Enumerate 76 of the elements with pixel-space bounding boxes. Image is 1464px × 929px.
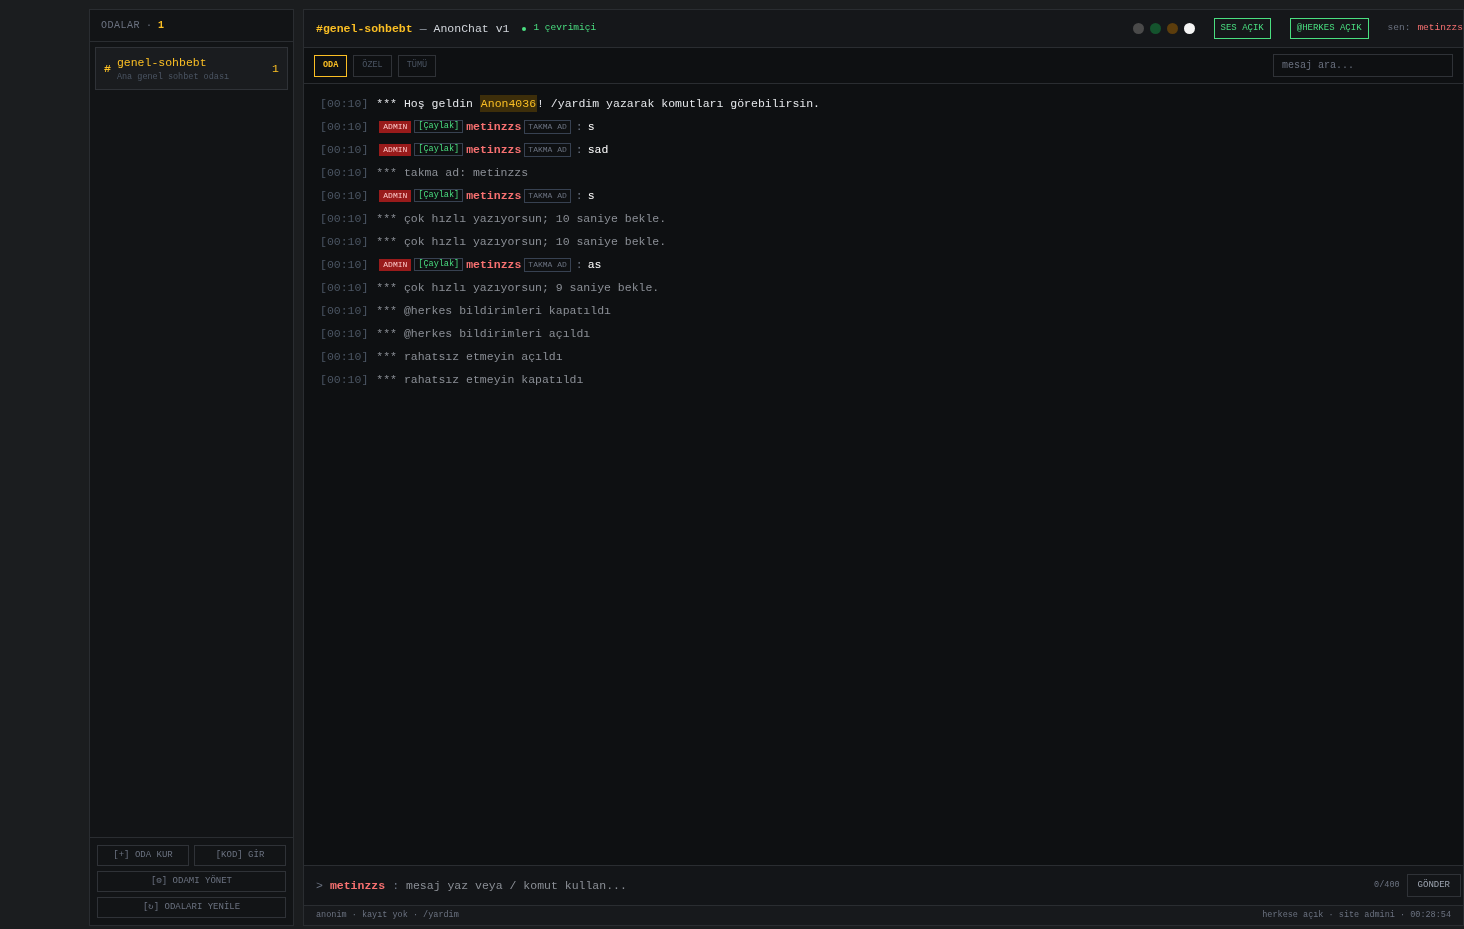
nickname-tag: TAKMA AD [524, 257, 571, 272]
system-message: *** @herkes bildirimleri açıldı [376, 325, 591, 342]
role-badge: ADMIN [379, 189, 412, 202]
status-left: anonim · kayıt yok · /yardim [316, 909, 459, 922]
nickname-tag: TAKMA AD [524, 188, 571, 203]
system-message: *** çok hızlı yazıyorsun; 10 saniye bekle. [376, 233, 667, 250]
toggle-button[interactable]: @HERKES AÇIK [1289, 18, 1369, 39]
sidebar-action-button[interactable]: [+] ODA KUR [97, 845, 189, 866]
separator: : [575, 118, 583, 135]
composer-nickname: metinzzs [329, 877, 386, 894]
message-time: [00:10] [320, 233, 369, 250]
rank-badge: [Çaylak] [414, 143, 464, 156]
sidebar-action-button[interactable]: [KOD] GİR [194, 845, 286, 866]
message-time: [00:10] [320, 325, 369, 342]
role-badge: ADMIN [379, 258, 412, 271]
message-time: [00:10] [320, 95, 369, 112]
separator: : [392, 877, 400, 894]
message-time: [00:10] [320, 187, 369, 204]
sidebar-title: ODALAR [101, 19, 140, 33]
role-badge: ADMIN [379, 143, 412, 156]
separator: · [146, 19, 153, 33]
system-message: *** çok hızlı yazıyorsun; 9 saniye bekle. [376, 279, 660, 296]
nickname: metinzzs [466, 187, 522, 204]
message-time: [00:10] [320, 348, 369, 365]
separator: : [575, 141, 583, 158]
message-text: *** Hoş geldin [376, 95, 474, 112]
nickname-tag: TAKMA AD [524, 119, 571, 134]
current-user-name: metinzzs [1417, 21, 1463, 36]
rank-badge: [Çaylak] [414, 120, 464, 133]
title-dash: — [419, 20, 427, 37]
sidebar-action-button[interactable]: [↻] ODALARI YENİLE [97, 897, 286, 918]
message-time: [00:10] [320, 141, 369, 158]
character-counter: 0/400 [1374, 879, 1400, 892]
rank-badge: [Çaylak] [414, 189, 464, 202]
system-message: *** takma ad: metinzzs [376, 164, 529, 181]
app-title: AnonChat v1 [433, 20, 510, 37]
username-highlight: Anon4036 [479, 94, 538, 113]
message-text: as [587, 256, 602, 273]
room-count: 1 [158, 19, 165, 33]
nickname-tag: TAKMA AD [524, 142, 571, 157]
system-message: *** rahatsız etmeyin kapatıldı [376, 371, 584, 388]
system-message: *** rahatsız etmeyin açıldı [376, 348, 563, 365]
message-text: ! /yardim yazarak komutları görebilirsin. [537, 95, 820, 112]
message-time: [00:10] [320, 371, 369, 388]
sidebar-action-button[interactable]: [⚙] ODAMI YÖNET [97, 871, 286, 892]
filter-tab[interactable]: ODA [314, 54, 348, 77]
system-message: *** @herkes bildirimleri kapatıldı [376, 302, 611, 319]
message-text: s [587, 118, 595, 135]
status-right: herkese açık · site admini · 00:28:54 [1262, 909, 1451, 922]
current-user-label: sen: [1387, 21, 1411, 36]
search-field[interactable]: mesaj ara... [1273, 54, 1453, 77]
message-time: [00:10] [320, 279, 369, 296]
online-count: 1 çevrimiçi [533, 21, 597, 36]
send-button[interactable]: GÖNDER [1406, 874, 1461, 897]
channel-name: #genel-sohbebt [316, 20, 413, 37]
message-time: [00:10] [320, 256, 369, 273]
role-badge: ADMIN [379, 120, 412, 133]
hash-icon: # [104, 59, 111, 78]
toggle-button[interactable]: SES AÇIK [1213, 18, 1271, 39]
nickname: metinzzs [466, 118, 522, 135]
separator: : [575, 256, 583, 273]
message-text: s [587, 187, 595, 204]
room-user-count: 1 [272, 60, 279, 77]
separator: : [575, 187, 583, 204]
rank-badge: [Çaylak] [414, 258, 464, 271]
room-name: genel-sohbebt [116, 54, 208, 71]
message-time: [00:10] [320, 118, 369, 135]
system-message: *** çok hızlı yazıyorsun; 10 saniye bekle. [376, 210, 667, 227]
nickname: metinzzs [466, 256, 522, 273]
message-composer[interactable]: > metinzzs : mesaj yaz veya / komut kullan... 0/400 GÖNDER [304, 865, 1463, 905]
message-time: [00:10] [320, 210, 369, 227]
message-text: sad [587, 141, 609, 158]
prompt-caret: > [316, 877, 323, 894]
message-time: [00:10] [320, 302, 369, 319]
message-time: [00:10] [320, 164, 369, 181]
nickname: metinzzs [466, 141, 522, 158]
